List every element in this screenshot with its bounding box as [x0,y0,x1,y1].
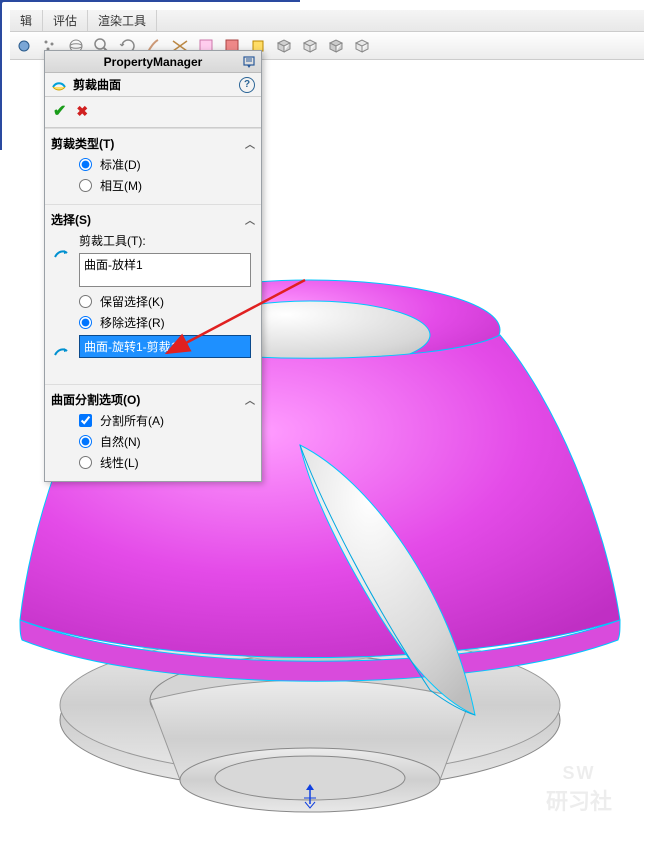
watermark-line1: SW [563,763,596,784]
radio-keep-selection[interactable]: 保留选择(K) [51,291,255,312]
selection-target-icon [51,341,71,361]
radio-natural[interactable]: 自然(N) [51,431,255,452]
chevron-up-icon: ︿ [245,212,255,227]
app-frame: 辑 评估 渲染工具 [10,10,644,854]
feature-name: 剪裁曲面 [73,76,239,93]
toolbar-cube4-icon[interactable] [352,36,372,56]
ok-button[interactable]: ✔ [53,101,66,121]
menu-item-edit[interactable]: 辑 [10,10,43,31]
menu-item-evaluate[interactable]: 评估 [43,10,88,31]
confirm-row: ✔ ✖ [45,97,261,128]
selection-tool-icon [51,243,71,263]
menu-item-render[interactable]: 渲染工具 [88,10,157,31]
radio-remove-label: 移除选择(R) [100,314,165,331]
checkbox-split-all[interactable]: 分割所有(A) [51,410,255,431]
pin-icon[interactable] [241,54,257,70]
toolbar-cube1-icon[interactable] [274,36,294,56]
feature-header: 剪裁曲面 ? [45,73,261,97]
target-selection-box[interactable]: 曲面-旋转1-剪裁1 [79,335,251,358]
radio-remove-selection[interactable]: 移除选择(R) [51,312,255,333]
trim-tool-selection-box[interactable]: 曲面-放样1 [79,253,251,287]
trim-tool-label: 剪裁工具(T): [51,230,255,251]
menu-bar: 辑 评估 渲染工具 [10,10,644,32]
radio-linear[interactable]: 线性(L) [51,452,255,473]
radio-mutual-label: 相互(M) [100,177,142,194]
trim-tool-value: 曲面-放样1 [84,258,143,272]
trim-type-label: 剪裁类型(T) [51,135,114,152]
watermark-line2: 研习社 [546,784,612,816]
help-icon[interactable]: ? [239,77,255,93]
watermark: SW 研习社 [534,744,624,834]
section-head-trim-type[interactable]: 剪裁类型(T) ︿ [51,133,255,154]
section-selection: 选择(S) ︿ 剪裁工具(T): 曲面-放样1 保留选择(K) 移除选择(R) [45,204,261,384]
split-options-label: 曲面分割选项(O) [51,391,140,408]
radio-standard[interactable]: 标准(D) [51,154,255,175]
cancel-button[interactable]: ✖ [76,103,88,120]
radio-mutual[interactable]: 相互(M) [51,175,255,196]
radio-keep-label: 保留选择(K) [100,293,164,310]
radio-natural-label: 自然(N) [100,433,141,450]
section-trim-type: 剪裁类型(T) ︿ 标准(D) 相互(M) [45,128,261,204]
property-manager-panel: PropertyManager 剪裁曲面 ? ✔ ✖ 剪裁类型(T) ︿ 标准(… [44,50,262,482]
section-split-options: 曲面分割选项(O) ︿ 分割所有(A) 自然(N) 线性(L) [45,384,261,481]
toolbar-cube3-icon[interactable] [326,36,346,56]
panel-title-bar: PropertyManager [45,51,261,73]
section-head-selection[interactable]: 选择(S) ︿ [51,209,255,230]
chevron-up-icon: ︿ [245,136,255,151]
toolbar-spot-icon[interactable] [14,36,34,56]
toolbar-cube2-icon[interactable] [300,36,320,56]
checkbox-split-all-label: 分割所有(A) [100,412,164,429]
selection-label: 选择(S) [51,211,91,228]
radio-standard-label: 标准(D) [100,156,141,173]
section-head-split[interactable]: 曲面分割选项(O) ︿ [51,389,255,410]
chevron-up-icon: ︿ [245,392,255,407]
target-selection-value: 曲面-旋转1-剪裁1 [84,340,177,354]
radio-linear-label: 线性(L) [100,454,139,471]
panel-title-text: PropertyManager [104,55,203,69]
trim-surface-icon [51,77,67,93]
